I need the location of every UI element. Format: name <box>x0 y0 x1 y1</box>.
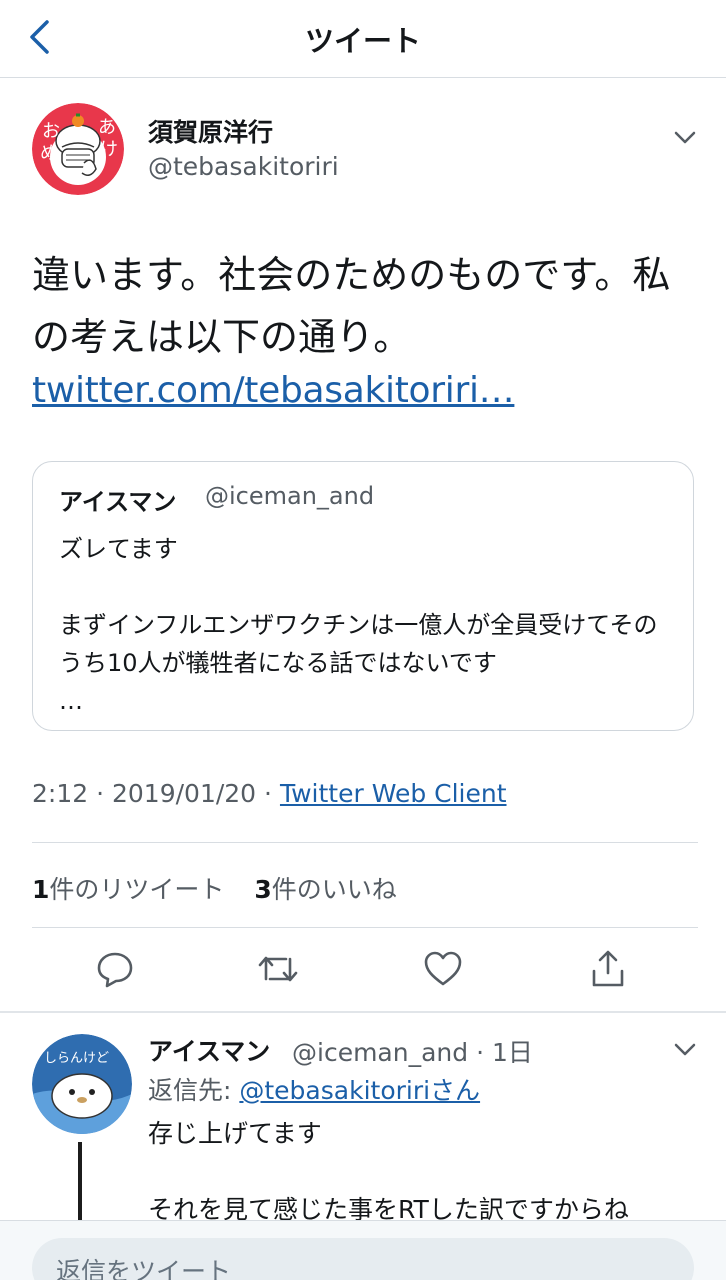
reply-author-name[interactable]: アイスマン <box>148 1032 270 1068</box>
retweet-count: 1 <box>32 875 50 904</box>
share-icon <box>592 950 624 987</box>
meta-separator: · <box>264 779 280 808</box>
svg-text:あ: あ <box>98 117 116 138</box>
share-button[interactable] <box>586 947 630 991</box>
reply-compose-input[interactable]: 返信をツイート <box>32 1238 694 1280</box>
section-divider <box>0 1011 726 1013</box>
thread-line <box>78 1142 82 1222</box>
reply-author-meta[interactable]: @iceman_and · 1日 <box>292 1033 533 1069</box>
tweet-text: 違います。社会のためのものです。私の考えは以下の通り。 <box>32 253 671 359</box>
reply-button[interactable] <box>93 947 137 991</box>
reply-avatar[interactable]: しらんけど <box>32 1034 132 1134</box>
like-stat[interactable]: 3件のいいね <box>254 875 396 904</box>
client-link[interactable]: Twitter Web Client <box>280 779 507 808</box>
retweet-stat[interactable]: 1件のリツイート <box>32 875 224 904</box>
reply-text: 存じ上げてます それを見て感じた事をRTした訳ですからね <box>148 1119 629 1224</box>
author-name[interactable]: 須賀原洋行 <box>148 113 273 149</box>
quoted-tweet[interactable]: アイスマン @iceman_and ズレてます まずインフルエンザワクチンは一億… <box>32 461 694 731</box>
quote-author-handle: @iceman_and <box>205 482 375 510</box>
svg-text:め: め <box>40 143 58 164</box>
svg-text:け: け <box>100 139 118 160</box>
replying-to: 返信先: @tebasakitoririさん <box>148 1071 480 1107</box>
reply-author-handle: @iceman_and <box>292 1038 469 1067</box>
tweet-stats: 1件のリツイート 3件のいいね <box>32 870 397 906</box>
divider <box>32 842 698 843</box>
compose-bar: 返信をツイート <box>0 1220 726 1280</box>
like-count: 3 <box>254 875 272 904</box>
chevron-down-icon <box>674 131 696 144</box>
heart-icon <box>424 951 462 986</box>
divider <box>32 927 698 928</box>
retweet-label: 件のリツイート <box>49 875 225 904</box>
replying-to-link[interactable]: @tebasakitoririさん <box>239 1076 480 1105</box>
quote-author-name: アイスマン <box>59 488 177 516</box>
svg-text:しらんけど: しらんけど <box>44 1051 109 1066</box>
compose-placeholder: 返信をツイート <box>56 1257 232 1280</box>
tweet-meta: 2:12 · 2019/01/20 · Twitter Web Client <box>32 779 507 808</box>
page-title: ツイート <box>304 24 421 58</box>
meta-separator: · <box>96 779 112 808</box>
retweet-icon <box>258 956 298 982</box>
avatar-illustration-icon: しらんけど <box>32 1034 132 1134</box>
quote-text: ズレてます まずインフルエンザワクチンは一億人が全員受けてそのうち10人が犠牲者… <box>59 535 658 715</box>
reply-icon <box>97 952 133 988</box>
tweet-date: 2019/01/20 <box>112 779 257 808</box>
tweet-time: 2:12 <box>32 779 89 808</box>
avatar[interactable]: お め あ け <box>32 103 124 195</box>
top-bar: ツイート <box>0 0 726 78</box>
meta-separator: · <box>476 1038 485 1067</box>
like-button[interactable] <box>421 947 465 991</box>
reply-more-options-button[interactable] <box>670 1038 700 1062</box>
reply-time: 1日 <box>491 1038 533 1067</box>
retweet-button[interactable] <box>256 947 300 991</box>
chevron-down-icon <box>674 1043 696 1056</box>
replying-to-label: 返信先: <box>148 1076 240 1105</box>
avatar-illustration-icon: お め あ け <box>32 103 124 195</box>
tweet-link[interactable]: twitter.com/tebasakitoriri… <box>32 370 515 411</box>
more-options-button[interactable] <box>670 126 700 150</box>
author-handle[interactable]: @tebasakitoriri <box>148 152 339 181</box>
svg-text:お: お <box>42 121 60 142</box>
like-label: 件のいいね <box>271 875 397 904</box>
